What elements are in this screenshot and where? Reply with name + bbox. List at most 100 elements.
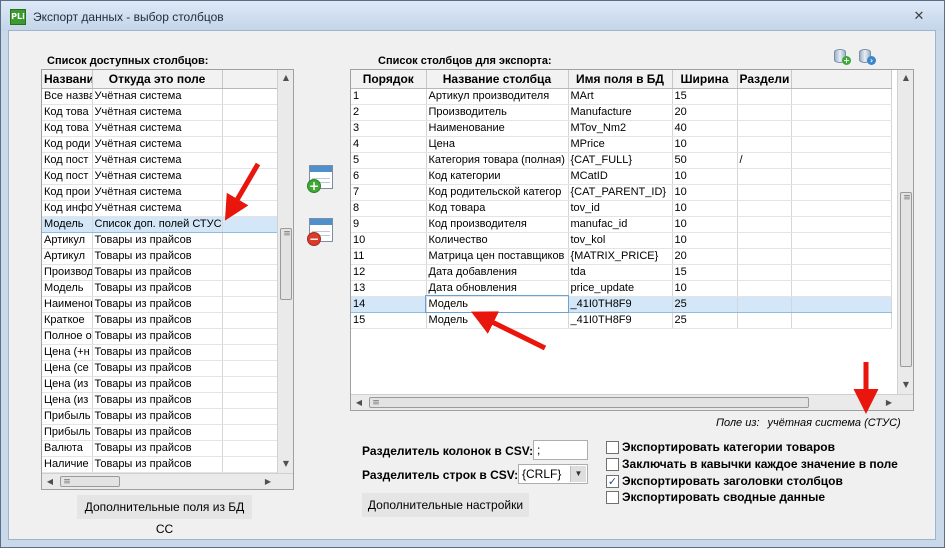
table-cell[interactable]: [222, 424, 280, 441]
scroll-left-icon[interactable]: ◀: [351, 395, 367, 410]
table-row[interactable]: Наименов Товары из прайсов: [42, 296, 280, 313]
table-row[interactable]: Модель Товары из прайсов: [42, 280, 280, 297]
table-cell[interactable]: 9: [351, 216, 427, 233]
table-cell[interactable]: tov_id: [568, 200, 673, 217]
table-cell[interactable]: Модель: [42, 280, 93, 297]
table-cell[interactable]: {CAT_FULL}: [568, 152, 673, 169]
table-cell[interactable]: price_update: [568, 280, 673, 297]
table-cell[interactable]: Наименов: [42, 296, 93, 313]
table-cell[interactable]: [737, 104, 792, 121]
checkbox[interactable]: ✓: [606, 475, 619, 488]
table-cell[interactable]: [791, 200, 892, 217]
table-cell[interactable]: Учётная система: [92, 168, 223, 185]
table-row[interactable]: Код инфо Учётная система: [42, 200, 280, 217]
checkbox[interactable]: [606, 441, 619, 454]
title-bar[interactable]: PLi Экспорт данных - выбор столбцов ✕: [1, 1, 944, 31]
table-cell[interactable]: [737, 295, 792, 313]
checkbox[interactable]: [606, 491, 619, 504]
table-cell[interactable]: [737, 216, 792, 233]
table-row[interactable]: Полное о Товары из прайсов: [42, 328, 280, 345]
table-cell[interactable]: {CAT_PARENT_ID}: [568, 184, 673, 201]
column-header-order[interactable]: Порядок: [351, 70, 427, 89]
table-cell[interactable]: 2: [351, 104, 427, 121]
table-cell[interactable]: Категория товара (полная): [426, 152, 569, 169]
table-cell[interactable]: Товары из прайсов: [92, 424, 223, 441]
table-cell[interactable]: [737, 120, 792, 137]
scroll-thumb[interactable]: [900, 192, 912, 367]
column-header-extra[interactable]: [222, 70, 280, 89]
table-cell[interactable]: [222, 280, 280, 297]
table-cell[interactable]: [791, 136, 892, 153]
table-cell[interactable]: Товары из прайсов: [92, 312, 223, 329]
table-cell[interactable]: Товары из прайсов: [92, 408, 223, 425]
table-cell[interactable]: [791, 232, 892, 249]
scroll-up-icon[interactable]: ▲: [278, 70, 293, 86]
table-cell[interactable]: 11: [351, 248, 427, 265]
table-cell[interactable]: 10: [672, 232, 738, 249]
table-cell[interactable]: [791, 248, 892, 265]
table-cell[interactable]: 3: [351, 120, 427, 137]
table-row[interactable]: 13 Дата обновления price_update 10: [351, 280, 892, 297]
table-row[interactable]: 11 Матрица цен поставщиков {MATRIX_PRICE} 2…: [351, 248, 892, 265]
table-cell[interactable]: tda: [568, 264, 673, 281]
table-cell[interactable]: [222, 328, 280, 345]
hscroll-thumb[interactable]: [369, 397, 809, 408]
table-cell[interactable]: 4: [351, 136, 427, 153]
add-column-button[interactable]: +: [307, 163, 337, 195]
row-separator-select[interactable]: {CRLF} ▼: [518, 464, 588, 484]
table-row[interactable]: Производ Товары из прайсов: [42, 264, 280, 281]
database-export-icon[interactable]: ›: [858, 48, 876, 66]
table-cell[interactable]: [222, 392, 280, 409]
table-cell[interactable]: Товары из прайсов: [92, 264, 223, 281]
table-cell[interactable]: _41I0TH8F9: [568, 312, 673, 329]
table-cell[interactable]: Товары из прайсов: [92, 248, 223, 265]
table-cell[interactable]: Матрица цен поставщиков: [426, 248, 569, 265]
table-cell[interactable]: Товары из прайсов: [92, 344, 223, 361]
table-cell[interactable]: Учётная система: [92, 88, 223, 105]
table-cell[interactable]: Код пост: [42, 152, 93, 169]
table-cell[interactable]: [222, 264, 280, 281]
table-cell[interactable]: Прибыль: [42, 424, 93, 441]
table-cell[interactable]: 8: [351, 200, 427, 217]
table-row[interactable]: Цена (+н Товары из прайсов: [42, 344, 280, 361]
table-cell[interactable]: [222, 376, 280, 393]
table-cell[interactable]: 10: [351, 232, 427, 249]
table-row[interactable]: 8 Код товара tov_id 10: [351, 200, 892, 217]
table-row[interactable]: Цена (из Товары из прайсов: [42, 392, 280, 409]
scroll-down-icon[interactable]: ▼: [278, 456, 293, 472]
table-cell[interactable]: Полное о: [42, 328, 93, 345]
table-cell[interactable]: Дата обновления: [426, 280, 569, 297]
table-cell[interactable]: Дата добавления: [426, 264, 569, 281]
table-row[interactable]: Краткое Товары из прайсов: [42, 312, 280, 329]
table-cell[interactable]: 14: [351, 295, 427, 313]
table-cell[interactable]: Артикул: [42, 248, 93, 265]
table-cell[interactable]: Manufacture: [568, 104, 673, 121]
table-cell[interactable]: Наличие: [42, 456, 93, 473]
scroll-right-icon[interactable]: ▶: [881, 395, 897, 410]
table-cell[interactable]: 10: [672, 136, 738, 153]
table-cell[interactable]: MPrice: [568, 136, 673, 153]
table-cell[interactable]: [737, 312, 792, 329]
table-cell[interactable]: 10: [672, 216, 738, 233]
table-cell[interactable]: 10: [672, 168, 738, 185]
table-row[interactable]: 9 Код производителя manufac_id 10: [351, 216, 892, 233]
table-cell[interactable]: Модель: [42, 215, 93, 233]
table-cell[interactable]: [737, 136, 792, 153]
table-cell[interactable]: 50: [672, 152, 738, 169]
table-cell[interactable]: [791, 216, 892, 233]
table-cell[interactable]: _41I0TH8F9: [568, 295, 673, 313]
table-cell[interactable]: [222, 312, 280, 329]
table-row[interactable]: Код пост Учётная система: [42, 168, 280, 185]
table-cell[interactable]: [222, 232, 280, 249]
table-cell[interactable]: [737, 248, 792, 265]
table-cell[interactable]: Товары из прайсов: [92, 440, 223, 457]
table-cell[interactable]: Учётная система: [92, 200, 223, 217]
table-cell[interactable]: Производ: [42, 264, 93, 281]
column-header-separator[interactable]: Раздели: [737, 70, 792, 89]
table-cell[interactable]: Артикул: [42, 232, 93, 249]
table-row[interactable]: 3 Наименование MTov_Nm2 40: [351, 120, 892, 137]
column-header-source[interactable]: Откуда это поле: [92, 70, 223, 89]
table-cell[interactable]: [737, 168, 792, 185]
table-cell[interactable]: Количество: [426, 232, 569, 249]
table-cell[interactable]: [222, 440, 280, 457]
